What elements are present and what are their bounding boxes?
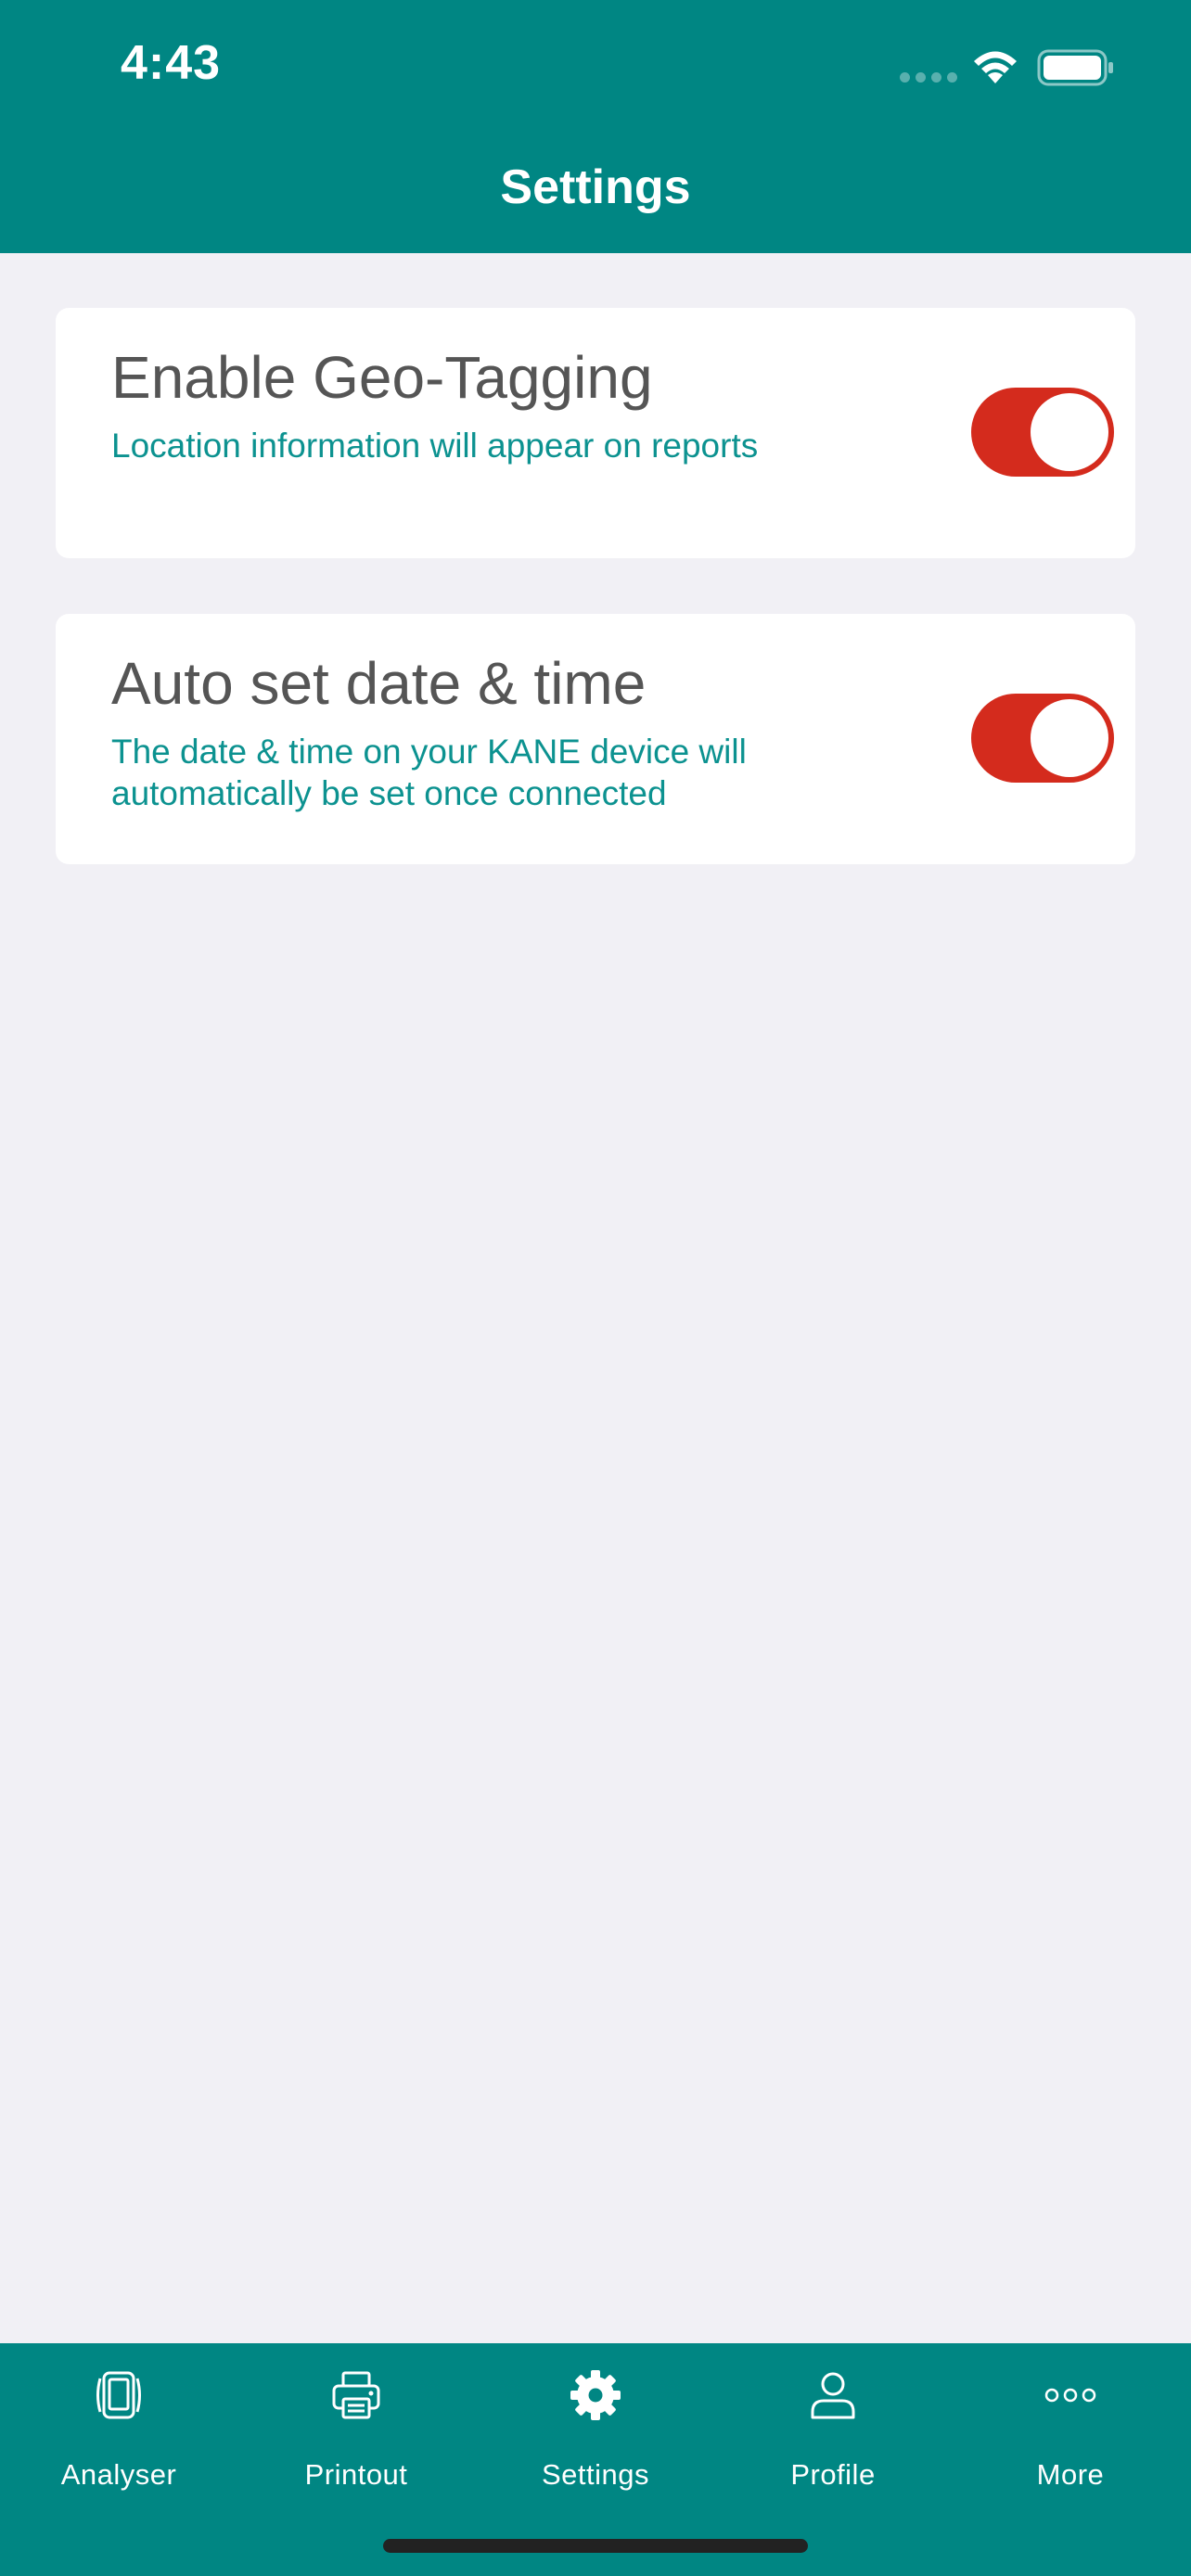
- cellular-signal-icon: [900, 72, 957, 83]
- tab-profile[interactable]: Profile: [714, 2343, 952, 2510]
- tab-label: Profile: [790, 2458, 876, 2491]
- geo-tagging-setting: Enable Geo-Tagging Location information …: [56, 308, 1135, 558]
- auto-date-time-setting: Auto set date & time The date & time on …: [56, 614, 1135, 864]
- tab-analyser[interactable]: Analyser: [0, 2343, 237, 2510]
- home-indicator[interactable]: [383, 2539, 808, 2553]
- wifi-icon: [974, 51, 1017, 83]
- tab-label: More: [1036, 2458, 1105, 2491]
- tab-more[interactable]: More: [952, 2343, 1189, 2510]
- person-icon: [811, 2372, 855, 2419]
- toggle-knob: [1031, 393, 1108, 471]
- setting-description: Location information will appear on repo…: [111, 427, 759, 465]
- tab-label: Analyser: [60, 2458, 177, 2491]
- page-title: Settings: [500, 160, 691, 214]
- tab-label: Printout: [304, 2458, 408, 2491]
- more-icon: [1044, 2388, 1096, 2403]
- analyser-icon: [96, 2371, 141, 2419]
- setting-title: Auto set date & time: [111, 650, 647, 717]
- settings-screen: 4:43 Settings Enable Geo-Tagging Locatio…: [0, 0, 1191, 2576]
- battery-icon: [1037, 49, 1113, 86]
- geo-tagging-toggle[interactable]: [971, 388, 1114, 477]
- tab-settings[interactable]: Settings: [477, 2343, 714, 2510]
- auto-date-time-toggle[interactable]: [971, 694, 1114, 783]
- setting-description: The date & time on your KANE device will…: [111, 733, 747, 812]
- navigation-header: 4:43 Settings: [0, 0, 1191, 253]
- setting-title: Enable Geo-Tagging: [111, 344, 653, 411]
- status-time: 4:43: [121, 36, 222, 90]
- toggle-knob: [1031, 699, 1108, 777]
- tab-label: Settings: [541, 2458, 649, 2491]
- printer-icon: [332, 2371, 380, 2419]
- gear-icon: [570, 2370, 621, 2420]
- tab-printout[interactable]: Printout: [237, 2343, 475, 2510]
